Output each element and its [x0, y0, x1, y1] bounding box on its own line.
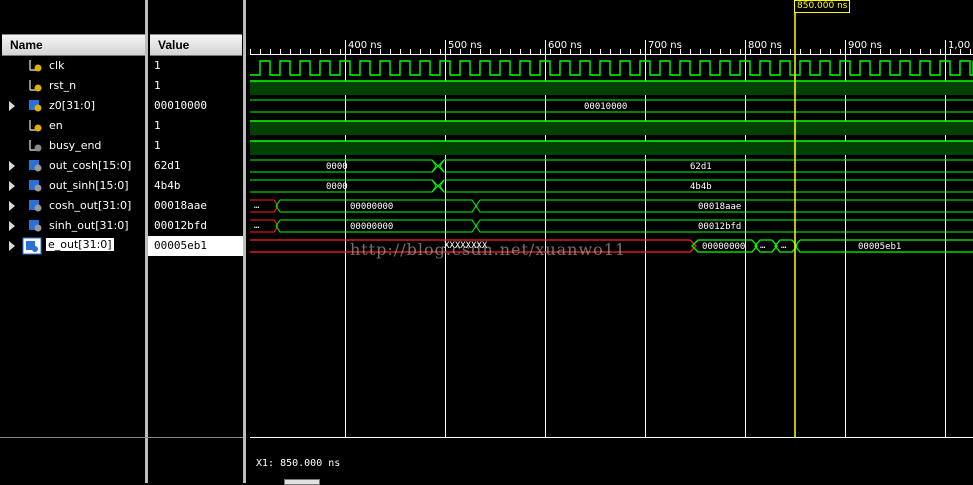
expand-arrow-icon[interactable]	[9, 161, 15, 171]
divider	[0, 437, 243, 438]
signal-row-z0[interactable]: z0[31:0]	[0, 96, 145, 116]
svg-text:00010000: 00010000	[584, 102, 627, 112]
wave-clk	[250, 60, 973, 76]
bit-signal-icon	[28, 118, 43, 133]
waveform-area[interactable]: 400 ns 500 ns 600 ns 700 ns 800 ns 900 n…	[246, 0, 973, 485]
tick-label: 500 ns	[448, 40, 482, 51]
horizontal-scrollbar[interactable]	[284, 479, 320, 485]
bit-signal-icon	[28, 78, 43, 93]
wave-en	[250, 121, 973, 135]
wave-busy-end	[250, 141, 973, 155]
wave-z0: 00010000	[250, 99, 973, 113]
signal-row-clk[interactable]: clk	[0, 56, 145, 76]
signal-row-sinh-out[interactable]: sinh_out[31:0]	[0, 216, 145, 236]
wave-rst-n	[250, 81, 973, 95]
svg-text:0000: 0000	[326, 182, 348, 192]
cursor-time-label[interactable]: 850.000 ns	[794, 0, 851, 13]
name-column-header[interactable]: Name	[2, 34, 145, 56]
bus-signal-icon	[28, 178, 43, 193]
value-cell: 62d1	[154, 159, 181, 172]
value-cell: 1	[154, 139, 161, 152]
value-cell: 00012bfd	[154, 219, 207, 232]
value-cell: 00018aae	[154, 199, 207, 212]
svg-text:00000000: 00000000	[350, 222, 393, 232]
waveform-viewer: Name Value clk rst_n z0[31:0] en busy_en…	[0, 0, 973, 485]
bit-signal-icon	[28, 138, 43, 153]
svg-text:…: …	[781, 241, 787, 251]
tick-label: 900 ns	[848, 40, 882, 51]
tick-label: 800 ns	[748, 40, 782, 51]
value-column-header[interactable]: Value	[150, 34, 242, 56]
svg-text:00000000: 00000000	[350, 202, 393, 212]
bus-signal-icon	[28, 98, 43, 113]
signal-row-out-sinh[interactable]: out_sinh[15:0]	[0, 176, 145, 196]
svg-text:00018aae: 00018aae	[698, 202, 741, 212]
bus-signal-icon	[28, 218, 43, 233]
bus-signal-icon	[22, 237, 42, 255]
value-cell: 1	[154, 59, 161, 72]
value-cell: 4b4b	[154, 179, 181, 192]
expand-arrow-icon[interactable]	[9, 101, 15, 111]
value-cell-selected: 00005eb1	[148, 236, 243, 256]
wave-out-sinh	[250, 179, 973, 193]
signal-row-cosh-out[interactable]: cosh_out[31:0]	[0, 196, 145, 216]
value-cell: 00010000	[154, 99, 207, 112]
signal-row-out-cosh[interactable]: out_cosh[15:0]	[0, 156, 145, 176]
svg-text:…: …	[254, 221, 260, 231]
tick-label: 700 ns	[648, 40, 682, 51]
expand-arrow-icon[interactable]	[9, 181, 15, 191]
signal-row-busy-end[interactable]: busy_end	[0, 136, 145, 156]
bit-signal-icon	[28, 58, 43, 73]
tick-label: 600 ns	[548, 40, 582, 51]
signal-row-en[interactable]: en	[0, 116, 145, 136]
svg-text:62d1: 62d1	[690, 162, 712, 172]
wave-out-cosh	[250, 159, 973, 173]
svg-text:0000: 0000	[326, 162, 348, 172]
svg-text:00000000: 00000000	[702, 242, 745, 252]
bus-signal-icon	[28, 158, 43, 173]
svg-text:00012bfd: 00012bfd	[698, 222, 741, 232]
expand-arrow-icon[interactable]	[9, 221, 15, 231]
expand-arrow-icon[interactable]	[9, 201, 15, 211]
tick-label: 1,00	[948, 40, 970, 51]
svg-text:…: …	[760, 241, 766, 251]
signal-row-rst-n[interactable]: rst_n	[0, 76, 145, 96]
cursor-status: X1: 850.000 ns	[256, 458, 341, 469]
value-cell: 1	[154, 119, 161, 132]
watermark: http://blog.csdn.net/xuanwo11	[350, 240, 627, 259]
svg-text:00005eb1: 00005eb1	[858, 242, 901, 252]
tick-label: 400 ns	[348, 40, 382, 51]
value-cell: 1	[154, 79, 161, 92]
bus-signal-icon	[28, 198, 43, 213]
svg-text:…: …	[254, 201, 260, 211]
signal-row-e-out[interactable]: e_out[31:0]	[0, 236, 145, 256]
svg-text:4b4b: 4b4b	[690, 182, 712, 192]
expand-arrow-icon[interactable]	[9, 241, 15, 251]
